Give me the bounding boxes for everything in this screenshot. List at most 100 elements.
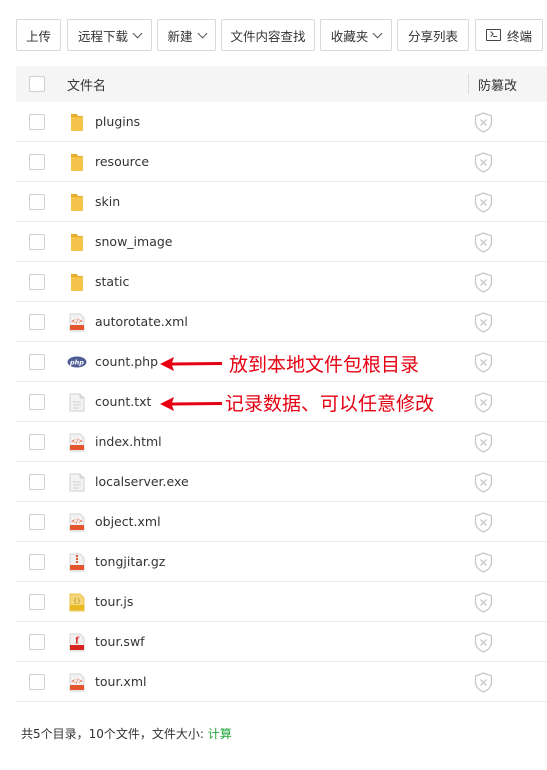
favorites-label: 收藏夹 [330, 28, 369, 44]
share-list-button[interactable]: 分享列表 [397, 19, 469, 51]
tamper-protection-shield-icon[interactable] [474, 352, 493, 373]
row-checkbox[interactable] [29, 673, 45, 690]
remote-download-button[interactable]: 远程下载 [67, 19, 152, 51]
file-name-link[interactable]: resource [95, 154, 149, 169]
table-row[interactable]: </> autorotate.xml [16, 302, 547, 342]
footer-summary: 共5个目录，10个文件，文件大小: 计算 [21, 725, 232, 742]
favorites-button[interactable]: 收藏夹 [320, 19, 392, 51]
content-search-label: 文件内容查找 [230, 28, 306, 44]
select-all-checkbox[interactable] [29, 76, 45, 92]
row-checkbox[interactable] [29, 233, 45, 250]
table-row[interactable]: </> index.html [16, 422, 547, 462]
row-checkbox[interactable] [29, 313, 45, 330]
arrow-to-count-php [160, 357, 222, 371]
column-header-protect: 防篡改 [478, 78, 518, 94]
upload-button[interactable]: 上传 [16, 19, 61, 51]
xml-file-icon: </> [69, 673, 85, 692]
file-name-link[interactable]: index.html [95, 434, 162, 449]
column-header-name[interactable]: 文件名 [67, 75, 106, 94]
row-checkbox[interactable] [29, 513, 45, 530]
file-name-link[interactable]: tour.swf [95, 634, 145, 649]
table-row[interactable]: resource [16, 142, 547, 182]
table-row[interactable]: static [16, 262, 547, 302]
table-row[interactable]: </> tour.xml [16, 662, 547, 702]
annotation-txt-note: 记录数据、可以任意修改 [225, 393, 435, 415]
tamper-protection-shield-icon[interactable] [474, 392, 493, 413]
content-search-button[interactable]: 文件内容查找 [221, 19, 315, 51]
file-name-link[interactable]: snow_image [95, 234, 173, 249]
remote-download-label: 远程下载 [77, 28, 128, 44]
tamper-protection-shield-icon[interactable] [474, 432, 493, 453]
column-divider [468, 74, 469, 94]
tamper-protection-shield-icon[interactable] [474, 272, 493, 293]
row-checkbox[interactable] [29, 393, 45, 410]
row-checkbox[interactable] [29, 153, 45, 170]
file-name-link[interactable]: plugins [95, 114, 140, 129]
row-checkbox[interactable] [29, 433, 45, 450]
row-checkbox[interactable] [29, 593, 45, 610]
table-row[interactable]: skin [16, 182, 547, 222]
table-row[interactable]: localserver.exe [16, 462, 547, 502]
table-row[interactable]: tongjitar.gz [16, 542, 547, 582]
row-checkbox[interactable] [29, 353, 45, 370]
file-name-link[interactable]: tongjitar.gz [95, 554, 165, 569]
svg-text:php: php [69, 359, 84, 367]
table-row[interactable]: snow_image [16, 222, 547, 262]
folder-icon [69, 153, 85, 172]
folder-icon [69, 233, 85, 252]
folder-icon [69, 273, 85, 292]
folder-icon [69, 113, 85, 132]
svg-text:</>: </> [71, 678, 83, 685]
file-name-link[interactable]: static [95, 274, 129, 289]
terminal-icon [485, 29, 501, 41]
chevron-down-icon [372, 28, 383, 38]
row-checkbox[interactable] [29, 633, 45, 650]
file-name-link[interactable]: skin [95, 194, 120, 209]
table-row[interactable]: f tour.swf [16, 622, 547, 662]
row-checkbox[interactable] [29, 473, 45, 490]
tamper-protection-shield-icon[interactable] [474, 672, 493, 693]
file-name-link[interactable]: autorotate.xml [95, 314, 188, 329]
xml-file-icon: </> [69, 313, 85, 332]
table-header: 文件名 防篡改 [16, 66, 547, 102]
row-checkbox[interactable] [29, 273, 45, 290]
swf-file-icon: f [69, 633, 85, 652]
table-row[interactable]: plugins [16, 102, 547, 142]
terminal-button[interactable]: 终端 [475, 19, 543, 51]
table-row[interactable]: {} tour.js [16, 582, 547, 622]
row-checkbox[interactable] [29, 553, 45, 570]
tamper-protection-shield-icon[interactable] [474, 112, 493, 133]
chevron-down-icon [132, 28, 143, 38]
annotation-php-note: 放到本地文件包根目录 [229, 354, 420, 376]
tamper-protection-shield-icon[interactable] [474, 592, 493, 613]
svg-text:</>: </> [71, 438, 83, 445]
file-table: 文件名 防篡改 plugins resource skin snow_imagesta… [16, 66, 547, 702]
file-name-link[interactable]: object.xml [95, 514, 161, 529]
arrow-to-count-txt [160, 397, 222, 411]
new-button[interactable]: 新建 [157, 19, 216, 51]
tamper-protection-shield-icon[interactable] [474, 152, 493, 173]
calculate-size-link[interactable]: 计算 [208, 727, 232, 741]
tamper-protection-shield-icon[interactable] [474, 512, 493, 533]
tamper-protection-shield-icon[interactable] [474, 472, 493, 493]
tamper-protection-shield-icon[interactable] [474, 312, 493, 333]
row-checkbox[interactable] [29, 113, 45, 130]
file-name-link[interactable]: tour.xml [95, 674, 146, 689]
table-row[interactable]: </> object.xml [16, 502, 547, 542]
xml-file-icon: </> [69, 513, 85, 532]
new-label: 新建 [167, 28, 193, 44]
tamper-protection-shield-icon[interactable] [474, 192, 493, 213]
file-name-link[interactable]: count.php [95, 354, 158, 369]
summary-text: 共5个目录，10个文件，文件大小: [21, 727, 204, 741]
tamper-protection-shield-icon[interactable] [474, 552, 493, 573]
chevron-down-icon [197, 28, 207, 38]
text-file-icon [69, 393, 85, 412]
folder-icon [69, 193, 85, 212]
tamper-protection-shield-icon[interactable] [474, 232, 493, 253]
file-name-link[interactable]: tour.js [95, 594, 133, 609]
file-name-link[interactable]: localserver.exe [95, 474, 189, 489]
svg-text:</>: </> [71, 518, 83, 525]
tamper-protection-shield-icon[interactable] [474, 632, 493, 653]
row-checkbox[interactable] [29, 193, 45, 210]
file-name-link[interactable]: count.txt [95, 394, 151, 409]
